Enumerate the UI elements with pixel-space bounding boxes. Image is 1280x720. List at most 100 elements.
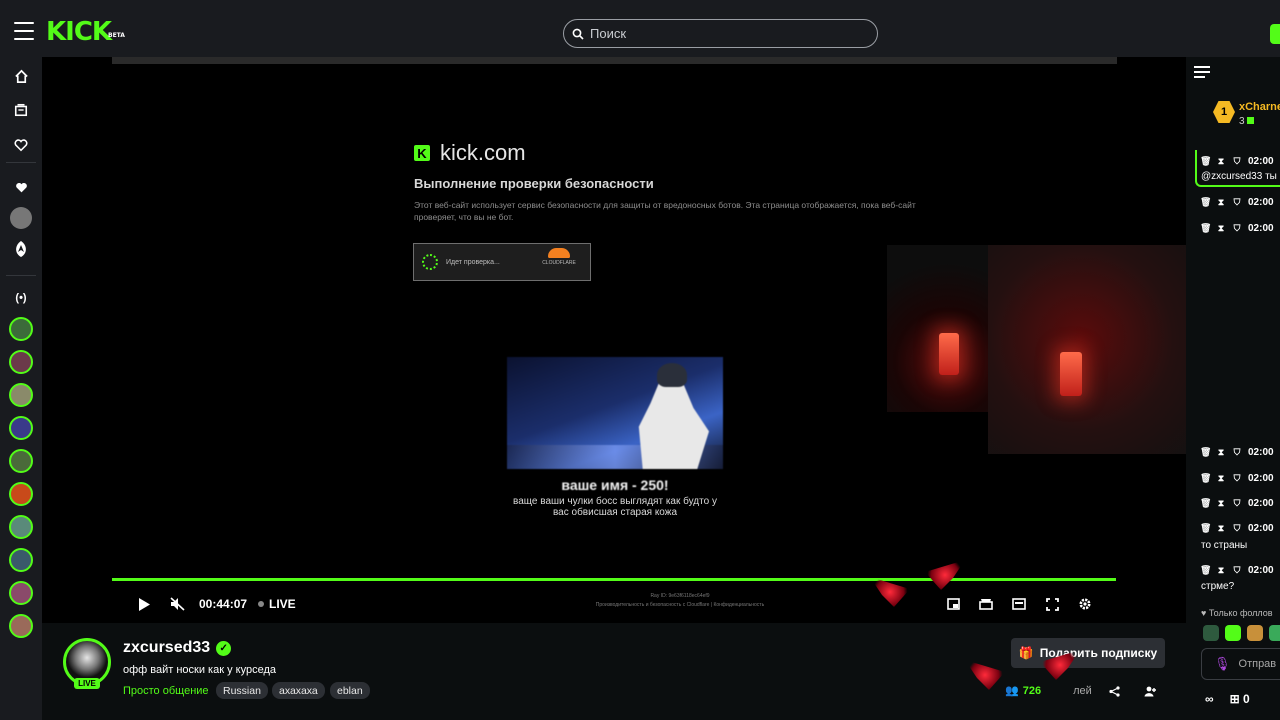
timeout-icon[interactable]: ⧗ <box>1216 447 1226 458</box>
timeout-icon[interactable]: ⧗ <box>1216 223 1226 234</box>
chat-message[interactable]: 🗑 ⧗ ⛉ 02:00 <box>1200 523 1280 534</box>
search-input[interactable] <box>590 26 860 41</box>
emote-icon[interactable] <box>1247 625 1263 641</box>
chat-message[interactable]: 🗑 ⧗ ⛉ 02:00 <box>1200 197 1280 208</box>
stream-tag[interactable]: ахахаха <box>272 682 325 699</box>
timeout-icon[interactable]: ⧗ <box>1216 523 1226 534</box>
sidebar-divider <box>6 162 36 163</box>
live-dot-icon <box>258 601 264 607</box>
ban-icon[interactable]: ⛉ <box>1232 197 1242 208</box>
mute-icon[interactable] <box>169 596 185 612</box>
emote-icon[interactable] <box>1269 625 1280 641</box>
chat-message[interactable]: 🗑 ⧗ ⛉ 02:00 <box>1200 498 1280 509</box>
trash-icon[interactable]: 🗑 <box>1200 473 1211 484</box>
emote-icon[interactable] <box>1203 625 1219 641</box>
channel-avatar[interactable] <box>9 383 33 407</box>
chat-input-box[interactable]: 🎙 <box>1201 648 1280 680</box>
chat-settings-icon[interactable]: ⊞ 0 <box>1230 692 1250 706</box>
chat-message[interactable]: 🗑 ⧗ ⛉ 02:00 <box>1200 565 1280 576</box>
chat-message[interactable]: 🗑 ⧗ ⛉ 02:00 <box>1200 473 1280 484</box>
ban-icon[interactable]: ⛉ <box>1232 498 1242 509</box>
home-icon[interactable] <box>11 66 31 86</box>
security-heading: Выполнение проверки безопасности <box>414 176 654 191</box>
security-check: K kick.com Выполнение проверки безопасно… <box>414 140 934 223</box>
clip-icon[interactable] <box>978 596 994 612</box>
stream-tag[interactable]: Russian <box>216 682 268 699</box>
channel-name-row: zxcursed33 ✓ <box>123 639 232 657</box>
stream-category[interactable]: Просто общение <box>123 685 209 697</box>
captcha-widget: Идет проверка... CLOUDFLARE <box>413 243 591 281</box>
ban-icon[interactable]: ⛉ <box>1232 473 1242 484</box>
menu-icon[interactable] <box>14 22 34 40</box>
meme-image <box>507 357 723 469</box>
gift-icon: 🎁 <box>1018 646 1034 660</box>
viewers-icon: 👥 <box>1005 685 1019 697</box>
channel-name[interactable]: zxcursed33 <box>123 639 210 657</box>
chat-message[interactable]: 🗑 ⧗ ⛉ 02:00 <box>1200 223 1280 234</box>
browse-icon[interactable] <box>11 100 31 120</box>
ray-id: Ray ID: 9e63f6118ec64ef9 Производительно… <box>520 592 840 610</box>
channel-avatar[interactable] <box>9 548 33 572</box>
security-body: Этот веб-сайт использует сервис безопасн… <box>414 200 916 222</box>
collapse-chat-icon[interactable] <box>1194 66 1210 80</box>
timeout-icon[interactable]: ⧗ <box>1216 498 1226 509</box>
timeout-icon[interactable]: ⧗ <box>1216 197 1226 208</box>
ban-icon[interactable]: ⛉ <box>1232 156 1242 167</box>
miniplayer-icon[interactable] <box>945 596 961 612</box>
trash-icon[interactable]: 🗑 <box>1200 523 1211 534</box>
play-icon[interactable] <box>136 596 152 612</box>
live-icon[interactable]: (•) <box>11 288 31 308</box>
search-bar[interactable] <box>563 19 878 48</box>
trash-icon[interactable]: 🗑 <box>1200 565 1211 576</box>
emote-icon[interactable] <box>1225 625 1241 641</box>
microphone-icon[interactable]: 🎙 <box>1214 656 1231 672</box>
settings-gear-icon[interactable] <box>1077 596 1093 612</box>
ban-icon[interactable]: ⛉ <box>1232 223 1242 234</box>
chat-message[interactable]: 🗑 ⧗ ⛉ 02:00 <box>1200 156 1280 167</box>
points-icon[interactable]: ∞ <box>1205 692 1214 706</box>
trash-icon[interactable]: 🗑 <box>1200 197 1211 208</box>
following-icon[interactable] <box>11 135 31 155</box>
ban-icon[interactable]: ⛉ <box>1232 523 1242 534</box>
emote-bar <box>1203 625 1280 641</box>
timeout-icon[interactable]: ⧗ <box>1216 156 1226 167</box>
spinner-icon <box>422 254 438 270</box>
channel-avatar[interactable] <box>9 614 33 638</box>
login-button[interactable] <box>1270 24 1280 44</box>
logo-icon[interactable] <box>11 239 31 259</box>
security-footer: Производительность и безопасность с Clou… <box>595 602 765 608</box>
trash-icon[interactable]: 🗑 <box>1200 447 1211 458</box>
share-icon[interactable] <box>1107 684 1121 698</box>
trash-icon[interactable]: 🗑 <box>1200 156 1211 167</box>
ban-icon[interactable]: ⛉ <box>1232 565 1242 576</box>
fullscreen-icon[interactable] <box>1044 596 1060 612</box>
chat-footer: ∞ ⊞ 0 <box>1205 692 1250 706</box>
channel-avatar[interactable] <box>9 317 33 341</box>
chat-message[interactable]: 🗑 ⧗ ⛉ 02:00 <box>1200 447 1280 458</box>
timeout-icon[interactable]: ⧗ <box>1216 565 1226 576</box>
channel-avatar[interactable] <box>9 515 33 539</box>
theater-icon[interactable] <box>1011 596 1027 612</box>
progress-bar[interactable] <box>112 578 1116 581</box>
channel-avatar[interactable] <box>9 449 33 473</box>
heart-icon[interactable] <box>11 177 31 197</box>
chat-input[interactable] <box>1238 658 1280 670</box>
ban-icon[interactable]: ⛉ <box>1232 447 1242 458</box>
timeout-icon[interactable]: ⧗ <box>1216 473 1226 484</box>
user-avatar-icon[interactable] <box>10 207 32 229</box>
channel-avatar[interactable] <box>9 482 33 506</box>
trash-icon[interactable]: 🗑 <box>1200 223 1211 234</box>
followers-only-text: Только фоллов <box>1208 608 1273 618</box>
ray-id-text: Ray ID: 9e63f6118ec64ef9 <box>650 593 710 599</box>
kick-logo[interactable]: KICK BETA <box>46 18 125 46</box>
playback-time: 00:44:07 <box>199 597 248 611</box>
trash-icon[interactable]: 🗑 <box>1200 498 1211 509</box>
channel-avatar[interactable] <box>9 350 33 374</box>
channel-avatar[interactable] <box>9 581 33 605</box>
follow-user-icon[interactable] <box>1143 684 1157 698</box>
stream-tag[interactable]: eblan <box>330 682 370 699</box>
gift-subscription-button[interactable]: 🎁 Подарить подписку <box>1011 638 1165 668</box>
message-text: то страны <box>1201 540 1248 551</box>
live-indicator[interactable]: LIVE <box>258 596 296 612</box>
channel-avatar[interactable] <box>9 416 33 440</box>
